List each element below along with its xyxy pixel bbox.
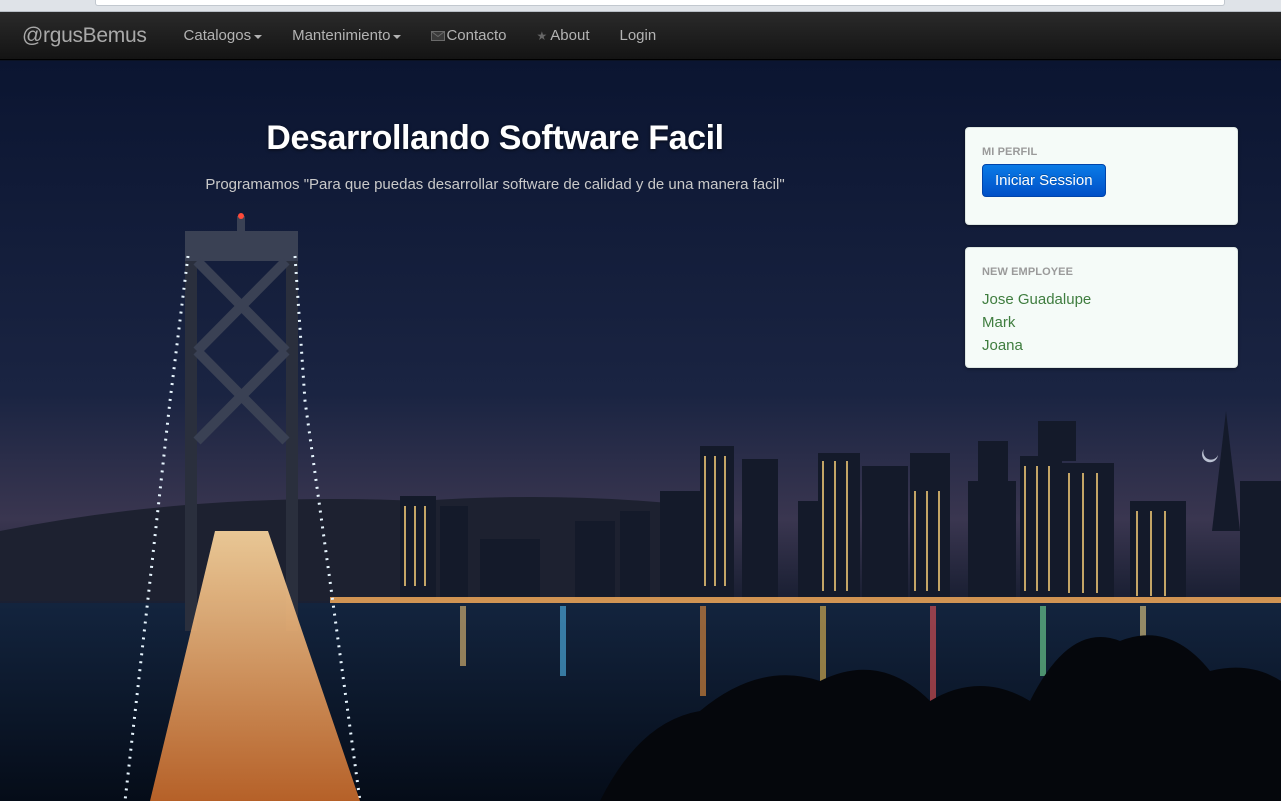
caret-down-icon (254, 34, 263, 39)
login-button[interactable]: Iniciar Session (982, 164, 1106, 197)
nav-mantenimiento-label: Mantenimiento (292, 27, 391, 44)
nav-login-label: Login (619, 27, 657, 44)
profile-panel-title: MI PERFIL (982, 146, 1038, 158)
browser-chrome-strip (0, 0, 1281, 12)
employee-list: Jose Guadalupe Mark Joana (982, 288, 1221, 357)
employee-item[interactable]: Jose Guadalupe (982, 288, 1221, 311)
star-icon: ★ (536, 28, 548, 43)
employee-item[interactable]: Joana (982, 334, 1221, 357)
page-subtitle: Programamos "Para que puedas desarrollar… (205, 176, 785, 193)
envelope-icon (431, 30, 446, 41)
nav-contacto[interactable]: Contacto (416, 12, 521, 60)
brand-logo[interactable]: @rgusBemus (22, 24, 147, 48)
profile-panel: MI PERFIL Iniciar Session (965, 127, 1238, 225)
nav-about[interactable]: ★ About (522, 12, 605, 60)
hero-background: Desarrollando Software Facil Programamos… (0, 61, 1281, 801)
employee-panel-title: NEW EMPLOYEE (982, 266, 1074, 278)
nav-mantenimiento[interactable]: Mantenimiento (277, 12, 416, 60)
new-employee-panel: NEW EMPLOYEE Jose Guadalupe Mark Joana (965, 247, 1238, 368)
nav-about-label: About (550, 27, 590, 44)
caret-down-icon (393, 34, 402, 39)
employee-item[interactable]: Mark (982, 311, 1221, 334)
address-bar[interactable] (95, 0, 1225, 6)
nav-catalogos-label: Catalogos (183, 27, 252, 44)
nav-catalogos[interactable]: Catalogos (169, 12, 278, 60)
page-title: Desarrollando Software Facil (266, 119, 724, 157)
nav-login[interactable]: Login (604, 12, 671, 60)
nav-contacto-label: Contacto (446, 27, 507, 44)
top-navbar: @rgusBemus Catalogos Mantenimiento Conta… (0, 12, 1281, 60)
